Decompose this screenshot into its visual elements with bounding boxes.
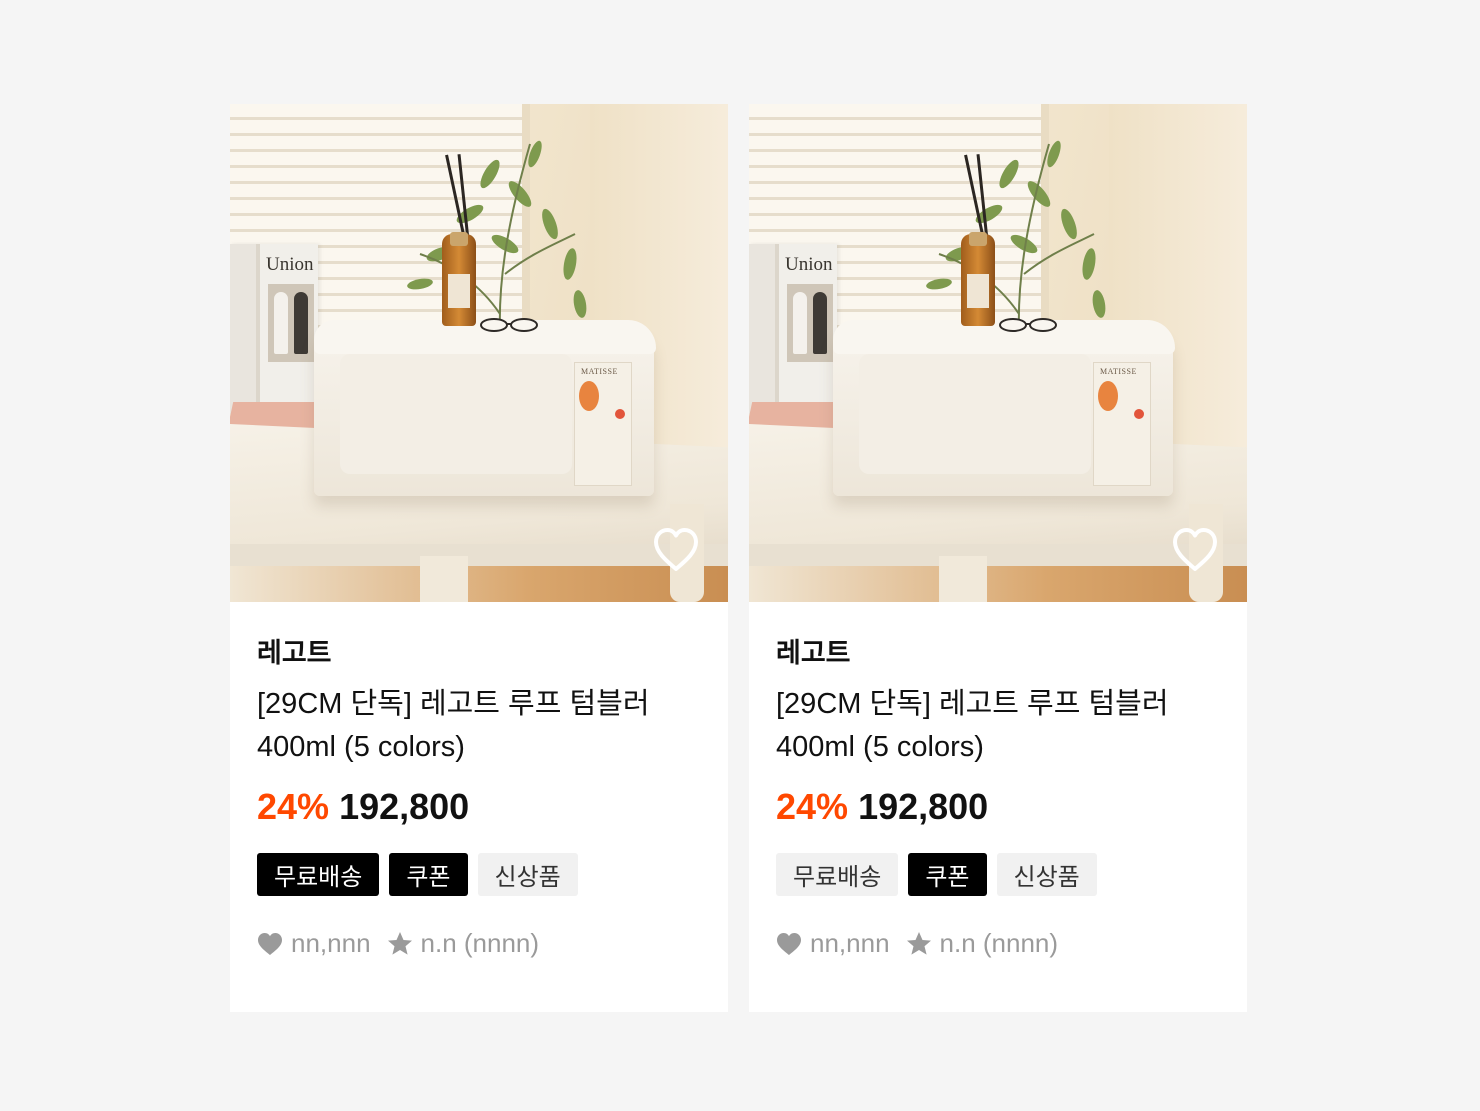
likes-stat: nn,nnn xyxy=(776,928,890,959)
star-icon xyxy=(387,932,412,955)
poster: MATISSE xyxy=(574,362,632,486)
price-row: 24% 192,800 xyxy=(776,785,1247,829)
badge-new: 신상품 xyxy=(477,853,578,896)
rating-text: n.n (nnnn) xyxy=(939,928,1059,958)
brand-name[interactable]: 레고트 xyxy=(257,637,728,669)
product-stats: nn,nnn n.n (nnnn) xyxy=(776,928,1247,959)
heart-outline-icon xyxy=(1173,528,1217,571)
product-info: 레고트 [29CM 단독] 레고트 루프 텀블러 400ml (5 colors… xyxy=(749,637,1247,959)
product-grid: Union MATISSE 레고트 [29CM 단독] 레고트 루프 텀블러 4… xyxy=(230,104,1247,1012)
product-card[interactable]: Union MATISSE 레고트 [29CM 단독] 레고트 루프 텀블러 4… xyxy=(230,104,728,1012)
plant-illustration xyxy=(407,140,587,334)
sale-price: 192,800 xyxy=(858,786,989,827)
badge-free-shipping: 무료배송 xyxy=(257,853,380,896)
heart-filled-icon xyxy=(777,932,801,955)
product-stats: nn,nnn n.n (nnnn) xyxy=(257,928,728,959)
badge-coupon: 쿠폰 xyxy=(389,853,468,896)
likes-stat: nn,nnn xyxy=(257,928,371,959)
product-image[interactable]: Union MATISSE xyxy=(230,104,728,602)
heart-outline-icon xyxy=(654,528,698,571)
likes-count: nn,nnn xyxy=(810,928,890,958)
likes-count: nn,nnn xyxy=(291,928,371,958)
discount-rate: 24% xyxy=(776,786,849,827)
glasses xyxy=(999,318,1057,332)
heart-filled-icon xyxy=(258,932,282,955)
product-card[interactable]: Union MATISSE 레고트 [29CM 단독] 레고트 루프 텀블러 4… xyxy=(749,104,1247,1012)
product-info: 레고트 [29CM 단독] 레고트 루프 텀블러 400ml (5 colors… xyxy=(230,637,728,959)
badge-coupon: 쿠폰 xyxy=(908,853,987,896)
price-row: 24% 192,800 xyxy=(257,785,728,829)
star-icon xyxy=(906,932,931,955)
rating-stat: n.n (nnnn) xyxy=(387,928,540,959)
plant-illustration xyxy=(926,140,1106,334)
discount-rate: 24% xyxy=(257,786,330,827)
badge-new: 신상품 xyxy=(996,853,1097,896)
product-title[interactable]: [29CM 단독] 레고트 루프 텀블러 400ml (5 colors) xyxy=(776,683,1206,769)
wishlist-button[interactable] xyxy=(648,522,704,578)
product-image[interactable]: Union MATISSE xyxy=(749,104,1247,602)
sale-price: 192,800 xyxy=(339,786,470,827)
rating-text: n.n (nnnn) xyxy=(420,928,540,958)
badge-free-shipping: 무료배송 xyxy=(776,853,899,896)
badge-list: 무료배송 쿠폰 신상품 xyxy=(257,853,728,896)
glasses xyxy=(480,318,538,332)
poster: MATISSE xyxy=(1093,362,1151,486)
book-title: Union xyxy=(266,254,314,275)
badge-list: 무료배송 쿠폰 신상품 xyxy=(776,853,1247,896)
product-title[interactable]: [29CM 단독] 레고트 루프 텀블러 400ml (5 colors) xyxy=(257,683,687,769)
wishlist-button[interactable] xyxy=(1167,522,1223,578)
brand-name[interactable]: 레고트 xyxy=(776,637,1247,669)
book-title: Union xyxy=(785,254,833,275)
rating-stat: n.n (nnnn) xyxy=(906,928,1059,959)
